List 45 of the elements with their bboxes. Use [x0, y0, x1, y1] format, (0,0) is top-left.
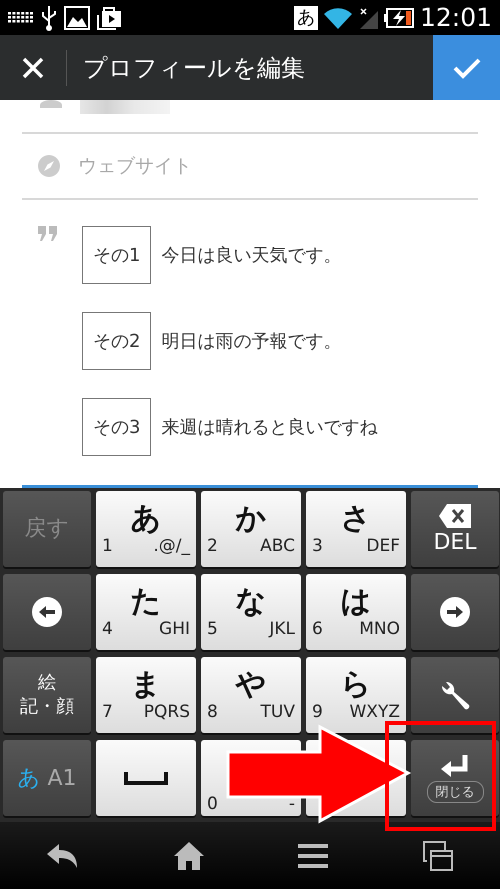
backspace-icon [439, 504, 471, 528]
recent-apps-button[interactable] [422, 840, 453, 870]
back-button[interactable] [47, 844, 80, 868]
settings-key[interactable] [411, 657, 499, 733]
keyboard-icon [8, 12, 34, 24]
space-key[interactable] [96, 740, 196, 816]
keyboard-key[interactable]: ら 9 WXYZ [306, 657, 406, 733]
no-signal-icon [358, 6, 378, 28]
screen-title: プロフィールを編集 [83, 52, 306, 84]
cursor-key[interactable] [3, 574, 91, 650]
input-method-badge: あ [294, 6, 318, 30]
save-button[interactable] [433, 35, 500, 100]
keyboard-key[interactable]: た 4 GHI [96, 574, 196, 650]
delete-key[interactable]: DEL [411, 491, 499, 567]
bio-text-line: 今日は良い天気です。 [161, 244, 342, 267]
keyboard-key[interactable]: か 2 ABC [201, 491, 301, 567]
usb-icon [40, 4, 58, 30]
battery-charging-icon [384, 8, 414, 28]
close-icon [22, 56, 44, 78]
keyboard-key[interactable]: な 5 JKL [201, 574, 301, 650]
person-icon [40, 100, 62, 108]
enter-key[interactable]: 閉じる [411, 740, 499, 816]
keyboard-key[interactable]: あ 1 .@/_ [96, 491, 196, 567]
clock: 12:01 [420, 3, 492, 32]
compass-icon [38, 155, 60, 177]
keyboard-key[interactable]: 絵 記・顔 [3, 657, 91, 733]
wifi-icon [324, 6, 352, 28]
numbered-label: その3 [82, 398, 152, 456]
cursor-key[interactable] [411, 574, 499, 650]
input-mode-key[interactable]: あ A1 [3, 740, 91, 816]
checkmark-icon [452, 56, 480, 78]
numbered-label: その1 [82, 226, 152, 284]
keyboard-key[interactable]: は 6 MNO [306, 574, 406, 650]
home-button[interactable] [174, 842, 204, 870]
menu-button[interactable] [298, 844, 328, 868]
image-icon [64, 6, 90, 30]
space-icon [124, 770, 168, 786]
keyboard-key[interactable]: さ 3 DEF [306, 491, 406, 567]
quote-icon [38, 226, 58, 241]
numbered-label: その2 [82, 312, 152, 370]
keyboard-key[interactable]: ま 7 PQRS [96, 657, 196, 733]
video-bag-icon [96, 6, 122, 30]
bio-text-line: 来週は晴れると良いですね [161, 416, 378, 439]
bio-text-line: 明日は雨の予報です。 [161, 330, 342, 353]
keyboard-key[interactable]: や 8 TUV [201, 657, 301, 733]
